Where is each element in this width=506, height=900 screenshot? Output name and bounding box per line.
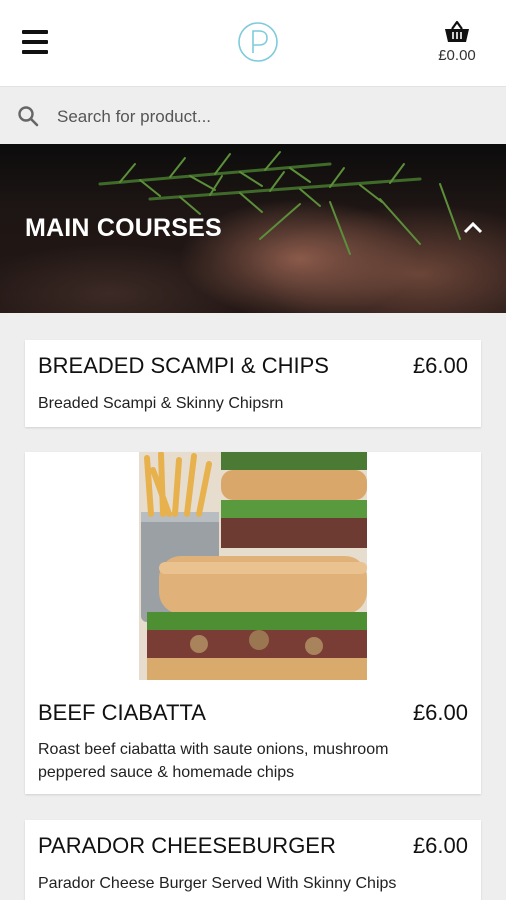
product-price: £6.00 [412,353,468,378]
p-logo-icon[interactable] [237,21,279,63]
cart-button[interactable]: £0.00 [422,20,492,64]
product-description: Parador Cheese Burger Served With Skinny… [38,875,397,892]
product-name: BEEF CIABATTA [38,700,206,725]
search-input[interactable] [55,99,489,135]
product-name: BREADED SCAMPI & CHIPS [38,353,329,378]
product-card[interactable]: BREADED SCAMPI & CHIPS £6.00 Breaded Sca… [25,340,481,427]
product-card[interactable]: PARADOR CHEESEBURGER £6.00 Parador Chees… [25,820,481,900]
cart-total: £0.00 [438,47,476,64]
product-name: PARADOR CHEESEBURGER [38,833,336,858]
product-description: Breaded Scampi & Skinny Chipsrn [38,395,284,412]
basket-icon [445,20,469,42]
product-image [139,452,367,680]
app-header: £0.00 [0,0,506,86]
search-icon [18,106,39,127]
search-bar [0,86,506,145]
product-price: £6.00 [412,833,468,858]
category-title: MAIN COURSES [25,214,222,242]
category-banner[interactable]: MAIN COURSES [0,144,506,313]
product-card[interactable]: BEEF CIABATTA £6.00 Roast beef ciabatta … [25,452,481,794]
chevron-up-icon[interactable] [462,220,484,234]
product-description: Roast beef ciabatta with saute onions, m… [38,741,389,781]
product-price: £6.00 [412,700,468,725]
hamburger-menu-icon[interactable] [22,30,48,56]
